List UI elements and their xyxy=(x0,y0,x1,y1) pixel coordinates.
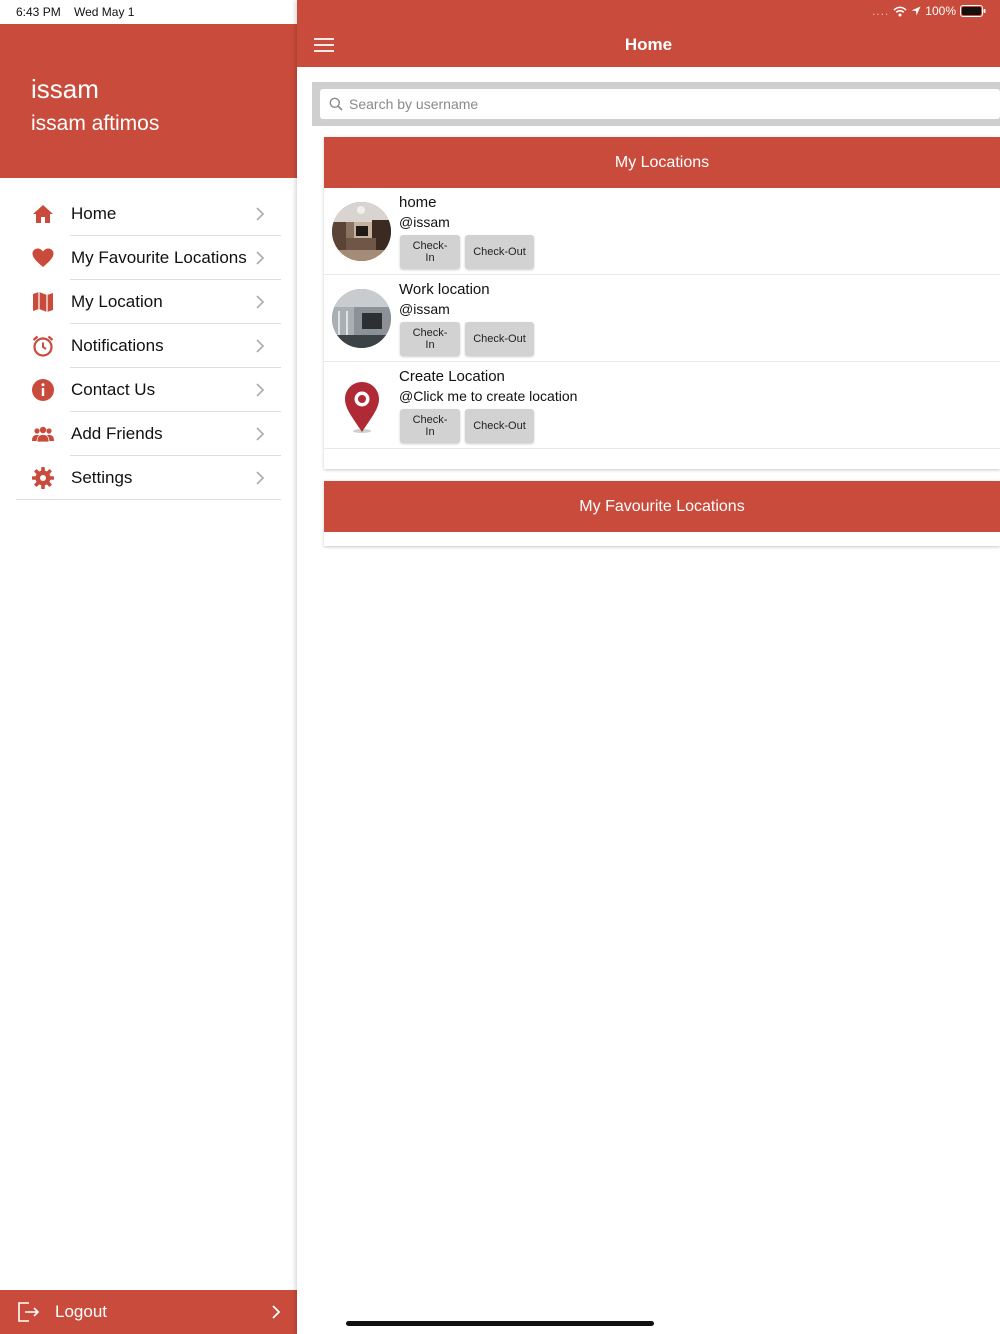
my-locations-card: My Locations home @issam Check-In Check-… xyxy=(324,137,1000,469)
battery-icon xyxy=(960,5,986,17)
info-icon xyxy=(32,379,54,401)
menu-item-label: My Favourite Locations xyxy=(71,248,247,267)
chevron-right-icon xyxy=(256,339,265,353)
profile-full-name: issam aftimos xyxy=(31,112,160,135)
side-drawer: 6:43 PM Wed May 1 issam issam aftimos Ho… xyxy=(0,0,297,1334)
status-bar-left: 6:43 PM Wed May 1 xyxy=(0,0,297,24)
favourite-locations-header: My Favourite Locations xyxy=(324,481,1000,532)
chevron-right-icon xyxy=(256,207,265,221)
app-bar: .... 100% Home xyxy=(297,0,1000,67)
profile-username: issam xyxy=(31,74,99,104)
location-arrow-icon xyxy=(911,6,921,16)
home-indicator xyxy=(346,1321,654,1326)
cellular-signal: .... xyxy=(871,4,890,18)
menu-item-label: Add Friends xyxy=(71,424,163,443)
location-name: home xyxy=(399,194,437,211)
home-photo xyxy=(332,202,391,261)
search-icon xyxy=(329,97,343,111)
logout-button[interactable]: Logout xyxy=(0,1290,297,1334)
location-owner: @issam xyxy=(399,214,450,230)
location-row-create[interactable]: Create Location @Click me to create loca… xyxy=(324,362,1000,449)
location-name: Create Location xyxy=(399,368,505,385)
menu-item-settings[interactable]: Settings xyxy=(0,456,297,500)
menu-item-label: Settings xyxy=(71,468,133,487)
menu-item-label: Notifications xyxy=(71,336,164,355)
location-owner: @Click me to create location xyxy=(399,388,578,404)
check-out-button[interactable]: Check-Out xyxy=(465,322,534,356)
location-row-work[interactable]: Work location @issam Check-In Check-Out xyxy=(324,275,1000,362)
search-field-container xyxy=(320,89,1000,119)
menu-item-label: Contact Us xyxy=(71,380,156,399)
location-name: Work location xyxy=(399,281,490,298)
location-row-home[interactable]: home @issam Check-In Check-Out xyxy=(324,188,1000,275)
chevron-right-icon xyxy=(256,383,265,397)
page-title: Home xyxy=(624,35,673,54)
favourite-locations-card: My Favourite Locations xyxy=(324,481,1000,546)
logout-icon xyxy=(18,1302,40,1322)
location-owner: @issam xyxy=(399,301,450,317)
chevron-right-icon xyxy=(272,1305,281,1319)
search-bar xyxy=(312,82,1000,126)
search-input[interactable] xyxy=(349,89,949,119)
drawer-menu: Home My Favourite Locations My Location xyxy=(0,192,297,500)
check-in-button[interactable]: Check-In xyxy=(400,235,460,269)
menu-item-my-location[interactable]: My Location xyxy=(0,280,297,324)
check-in-button[interactable]: Check-In xyxy=(400,322,460,356)
gear-icon xyxy=(32,467,54,489)
battery-percentage: 100% xyxy=(925,4,956,18)
menu-item-add-friends[interactable]: Add Friends xyxy=(0,412,297,456)
main-content: .... 100% Home Search by username My Loc… xyxy=(297,0,1000,1334)
chevron-right-icon xyxy=(256,295,265,309)
wifi-icon xyxy=(893,6,907,16)
status-time: 6:43 PM xyxy=(16,5,61,19)
heart-icon xyxy=(32,248,54,267)
check-out-button[interactable]: Check-Out xyxy=(465,235,534,269)
drawer-profile-header: issam issam aftimos xyxy=(0,24,297,178)
check-in-button[interactable]: Check-In xyxy=(400,409,460,443)
map-icon xyxy=(33,292,53,312)
menu-item-label: Home xyxy=(71,204,117,223)
menu-item-contact-us[interactable]: Contact Us xyxy=(0,368,297,412)
menu-item-favourite-locations[interactable]: My Favourite Locations xyxy=(0,236,297,280)
chevron-right-icon xyxy=(256,251,265,265)
map-pin-icon xyxy=(332,376,391,435)
chevron-right-icon xyxy=(256,471,265,485)
menu-item-notifications[interactable]: Notifications xyxy=(0,324,297,368)
menu-item-home[interactable]: Home xyxy=(0,192,297,236)
status-bar-right: .... 100% xyxy=(872,4,986,18)
home-icon xyxy=(33,205,53,223)
menu-item-label: My Location xyxy=(71,292,163,311)
my-locations-header: My Locations xyxy=(324,137,1000,188)
check-out-button[interactable]: Check-Out xyxy=(465,409,534,443)
logout-label: Logout xyxy=(55,1302,107,1321)
chevron-right-icon xyxy=(256,427,265,441)
status-date: Wed May 1 xyxy=(74,5,135,19)
menu-divider xyxy=(16,499,281,500)
people-icon xyxy=(32,426,54,443)
alarm-clock-icon xyxy=(32,335,54,357)
office-photo xyxy=(332,289,391,348)
